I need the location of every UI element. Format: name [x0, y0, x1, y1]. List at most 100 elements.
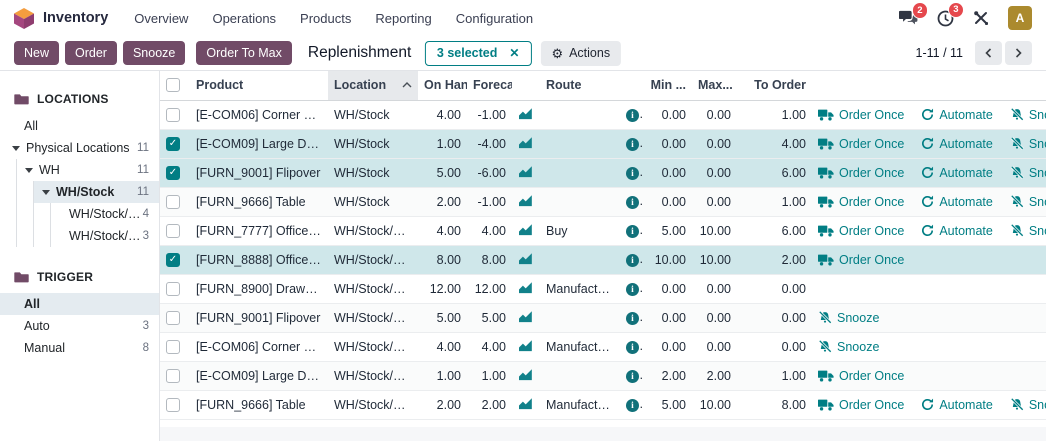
row-checkbox[interactable] — [166, 282, 180, 296]
info-icon[interactable]: i — [626, 225, 639, 238]
sidebar-item-physical-locations[interactable]: Physical Locations11 — [0, 137, 159, 159]
automate-button[interactable]: Automate — [921, 398, 993, 412]
sidebar-item-all[interactable]: All — [0, 293, 159, 315]
table-row[interactable]: ✓[FURN_9001] FlipoverWH/Stock5.00-6.00i0… — [160, 158, 1046, 187]
info-icon[interactable]: i — [626, 109, 639, 122]
snooze-button[interactable]: Snooze — [818, 340, 879, 354]
row-checkbox[interactable] — [166, 224, 180, 238]
column-header-location[interactable]: Location — [328, 71, 418, 100]
forecast-chart-icon[interactable] — [518, 194, 533, 207]
row-select-cell[interactable]: ✓ — [160, 129, 190, 158]
table-row[interactable]: [E-COM09] Large DeskWH/Stock/Flat P...1.… — [160, 361, 1046, 390]
nav-menu-item-products[interactable]: Products — [300, 11, 351, 26]
snooze-button[interactable]: Snooze — [1010, 224, 1046, 238]
row-select-cell[interactable]: ✓ — [160, 158, 190, 187]
sidebar-item-wh-stock-flat-p-[interactable]: WH/Stock/Flat P...3 — [51, 225, 159, 247]
order-once-button[interactable]: Order Once — [818, 108, 904, 122]
row-select-cell[interactable] — [160, 274, 190, 303]
info-icon[interactable]: i — [626, 167, 639, 180]
row-checkbox[interactable]: ✓ — [166, 166, 180, 180]
forecast-chart-icon[interactable] — [518, 252, 533, 265]
order-once-button[interactable]: Order Once — [818, 166, 904, 180]
row-checkbox[interactable] — [166, 369, 180, 383]
column-header-max[interactable]: Max... — [692, 71, 737, 100]
nav-menu-item-configuration[interactable]: Configuration — [456, 11, 533, 26]
select-all-checkbox[interactable] — [166, 78, 180, 92]
column-header-route[interactable]: Route — [540, 71, 620, 100]
snooze-button[interactable]: Snooze — [818, 311, 879, 325]
row-select-cell[interactable] — [160, 303, 190, 332]
info-icon[interactable]: i — [626, 283, 639, 296]
row-select-cell[interactable] — [160, 361, 190, 390]
row-select-cell[interactable] — [160, 332, 190, 361]
info-icon[interactable]: i — [626, 138, 639, 151]
sidebar-item-manual[interactable]: Manual8 — [0, 337, 159, 359]
automate-button[interactable]: Automate — [921, 137, 993, 151]
forecast-chart-icon[interactable] — [518, 165, 533, 178]
column-header-to-order[interactable]: To Order — [737, 71, 812, 100]
row-checkbox[interactable] — [166, 398, 180, 412]
nav-menu-item-overview[interactable]: Overview — [134, 11, 188, 26]
nav-menu-item-operations[interactable]: Operations — [212, 11, 276, 26]
table-row[interactable]: ✓[FURN_8888] Office LampWH/Stock/Asse...… — [160, 245, 1046, 274]
pager-range[interactable]: 1-11 / 11 — [916, 46, 964, 60]
clear-selection-icon[interactable]: ✕ — [509, 46, 519, 60]
snooze-button[interactable]: Snooze — [123, 41, 185, 65]
table-row[interactable]: [FURN_8900] Drawer BlackWH/Stock/Asse...… — [160, 274, 1046, 303]
row-checkbox[interactable]: ✓ — [166, 253, 180, 267]
row-checkbox[interactable] — [166, 108, 180, 122]
sidebar-item-auto[interactable]: Auto3 — [0, 315, 159, 337]
column-header-product[interactable]: Product — [190, 71, 328, 100]
row-checkbox[interactable]: ✓ — [166, 137, 180, 151]
snooze-button[interactable]: Snooze — [1010, 195, 1046, 209]
pager-previous-button[interactable] — [975, 41, 1002, 65]
order-once-button[interactable]: Order Once — [818, 369, 904, 383]
sidebar-item-all[interactable]: All — [0, 115, 159, 137]
table-row[interactable]: [FURN_9666] TableWH/Stock2.00-1.00i0.000… — [160, 187, 1046, 216]
sidebar-item-wh[interactable]: WH11 — [17, 159, 159, 181]
snooze-button[interactable]: Snooze — [1010, 137, 1046, 151]
automate-button[interactable]: Automate — [921, 195, 993, 209]
row-checkbox[interactable] — [166, 195, 180, 209]
forecast-chart-icon[interactable] — [518, 281, 533, 294]
row-select-cell[interactable]: ✓ — [160, 245, 190, 274]
order-once-button[interactable]: Order Once — [818, 137, 904, 151]
forecast-chart-icon[interactable] — [518, 136, 533, 149]
forecast-chart-icon[interactable] — [518, 107, 533, 120]
row-select-cell[interactable] — [160, 216, 190, 245]
order-once-button[interactable]: Order Once — [818, 253, 904, 267]
sidebar-item-wh-stock[interactable]: WH/Stock11 — [34, 181, 159, 203]
table-row[interactable]: [E-COM06] Corner Desk ...WH/Stock4.00-1.… — [160, 100, 1046, 129]
selection-pill[interactable]: 3 selected ✕ — [425, 41, 532, 66]
row-select-cell[interactable] — [160, 100, 190, 129]
forecast-chart-icon[interactable] — [518, 339, 533, 352]
row-select-cell[interactable] — [160, 187, 190, 216]
info-icon[interactable]: i — [626, 312, 639, 325]
row-select-cell[interactable] — [160, 390, 190, 419]
order-to-max-button[interactable]: Order To Max — [196, 41, 292, 65]
row-checkbox[interactable] — [166, 340, 180, 354]
snooze-button[interactable]: Snooze — [1010, 398, 1046, 412]
automate-button[interactable]: Automate — [921, 108, 993, 122]
forecast-chart-icon[interactable] — [518, 368, 533, 381]
info-icon[interactable]: i — [626, 370, 639, 383]
sidebar-item-wh-stock-asse-[interactable]: WH/Stock/Asse...4 — [51, 203, 159, 225]
info-icon[interactable]: i — [626, 196, 639, 209]
table-row[interactable]: [FURN_7777] Office ChairWH/Stock/Asse...… — [160, 216, 1046, 245]
info-icon[interactable]: i — [626, 341, 639, 354]
automate-button[interactable]: Automate — [921, 224, 993, 238]
messages-icon[interactable]: 2 — [899, 10, 918, 26]
order-button[interactable]: Order — [65, 41, 117, 65]
actions-button[interactable]: ⚙ Actions — [540, 41, 621, 66]
select-all-header[interactable] — [160, 71, 190, 100]
table-row[interactable]: [FURN_9001] FlipoverWH/Stock/Asse...5.00… — [160, 303, 1046, 332]
column-header-forecast[interactable]: Forecast — [467, 71, 512, 100]
order-once-button[interactable]: Order Once — [818, 398, 904, 412]
activities-icon[interactable]: 3 — [937, 10, 954, 27]
snooze-button[interactable]: Snooze — [1010, 108, 1046, 122]
column-header-on-hand[interactable]: On Hand — [418, 71, 467, 100]
forecast-chart-icon[interactable] — [518, 310, 533, 323]
automate-button[interactable]: Automate — [921, 166, 993, 180]
forecast-chart-icon[interactable] — [518, 397, 533, 410]
column-header-min[interactable]: Min ... — [642, 71, 692, 100]
